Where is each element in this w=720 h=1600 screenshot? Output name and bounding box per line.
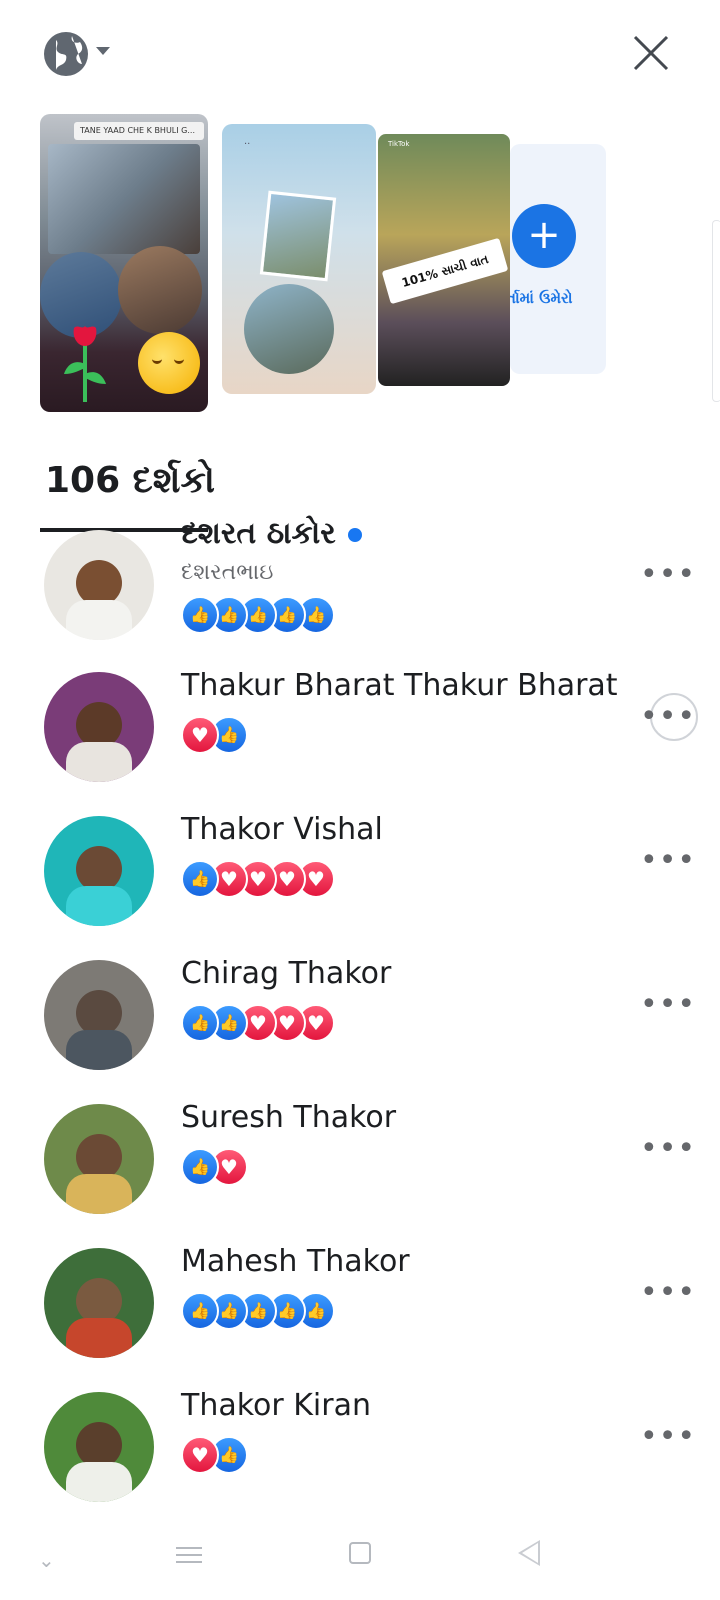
story-thumbnail-2[interactable]: .. [222, 124, 376, 394]
top-bar [0, 0, 720, 110]
viewer-name[interactable]: Suresh Thakor [181, 1100, 396, 1135]
tiktok-watermark: TikTok [388, 140, 410, 148]
viewer-name[interactable]: દશરત ઠાકોર [181, 516, 362, 551]
system-navigation-bar: ⌄ [0, 1530, 720, 1600]
avatar-torso [66, 1030, 132, 1070]
avatar[interactable] [44, 1392, 154, 1502]
story-caption: TANE YAAD CHE K BHULI G... [74, 122, 204, 140]
home-square-icon[interactable] [349, 1542, 371, 1564]
chevron-down-icon[interactable]: ⌄ [38, 1548, 55, 1572]
scrollbar[interactable] [712, 220, 720, 402]
story-photo [118, 246, 202, 334]
avatar[interactable] [44, 672, 154, 782]
viewer-name-text: Thakor Kiran [181, 1388, 371, 1423]
like-reaction-icon: 👍 [181, 860, 219, 898]
viewer-name-text: Mahesh Thakor [181, 1244, 410, 1279]
viewer-name-text: Chirag Thakor [181, 956, 392, 991]
viewer-name-text: Thakor Vishal [181, 812, 383, 847]
plus-icon[interactable]: + [512, 204, 576, 268]
story-carousel: TANE YAAD CHE K BHULI G... .. TikTok 101… [0, 110, 720, 532]
story-text-sticker: 101% સાચી વાત [381, 237, 509, 305]
story-dots: .. [244, 136, 251, 147]
viewer-row[interactable]: Suresh Thakor 👍 ♥ ••• [0, 1094, 720, 1234]
like-reaction-icon: 👍 [181, 1148, 219, 1186]
viewer-subname: દશરતભાઇ [181, 560, 274, 585]
viewer-name[interactable]: Thakur Bharat Thakur Bharat [181, 668, 618, 703]
avatar-torso [66, 1462, 132, 1502]
viewer-name[interactable]: Chirag Thakor [181, 956, 391, 991]
verified-badge-icon [347, 527, 362, 542]
add-to-story-card[interactable]: + ર્તામાં ઉમેરો [510, 144, 606, 374]
avatar-torso [66, 600, 132, 640]
viewer-name-text: દશરત ઠાકોર [181, 516, 336, 551]
more-options-button[interactable]: ••• [640, 1422, 695, 1452]
back-triangle-icon[interactable] [518, 1540, 540, 1566]
avatar[interactable] [44, 816, 154, 926]
viewer-name-text: Thakur Bharat Thakur Bharat [181, 668, 618, 703]
like-reaction-icon: 👍 [181, 1004, 219, 1042]
more-options-button[interactable]: ••• [640, 846, 695, 876]
more-options-button[interactable]: ••• [640, 702, 695, 732]
viewer-row[interactable]: Thakor Vishal 👍 ♥ ♥ ♥ ♥ ••• [0, 806, 720, 946]
avatar[interactable] [44, 960, 154, 1070]
story-thumbnail-1[interactable]: TANE YAAD CHE K BHULI G... [40, 114, 208, 412]
viewer-name-text: Suresh Thakor [181, 1100, 397, 1135]
globe-icon[interactable] [42, 30, 90, 78]
add-to-story-label: ર્તામાં ઉમેરો [510, 289, 573, 307]
close-icon[interactable] [632, 34, 670, 72]
menu-icon[interactable] [176, 1542, 202, 1564]
avatar[interactable] [44, 530, 154, 640]
avatar-torso [66, 742, 132, 782]
smiling-face-emoji-icon [138, 332, 200, 394]
viewer-row[interactable]: Thakor Kiran ♥ 👍 ••• [0, 1382, 720, 1522]
viewer-count: 106 દર્શકો [45, 460, 215, 501]
more-options-button[interactable]: ••• [640, 1278, 695, 1308]
viewer-name[interactable]: Thakor Vishal [181, 812, 383, 847]
rose-icon [64, 326, 106, 402]
more-options-button[interactable]: ••• [640, 990, 695, 1020]
story-photo [48, 144, 200, 254]
viewer-row[interactable]: Mahesh Thakor 👍 👍 👍 👍 👍 ••• [0, 1238, 720, 1378]
viewer-row[interactable]: Thakur Bharat Thakur Bharat ♥ 👍 ••• [0, 662, 720, 802]
privacy-dropdown-caret-icon[interactable] [96, 47, 110, 55]
viewer-name[interactable]: Thakor Kiran [181, 1388, 371, 1423]
viewer-row[interactable]: દશરત ઠાકોર દશરતભાઇ 👍 👍 👍 👍 👍 ••• [0, 516, 720, 660]
more-options-button[interactable]: ••• [640, 1134, 695, 1164]
like-reaction-icon: 👍 [181, 1292, 219, 1330]
avatar-torso [66, 886, 132, 926]
story-photo [259, 190, 337, 282]
avatar[interactable] [44, 1248, 154, 1358]
avatar-torso [66, 1318, 132, 1358]
viewer-row[interactable]: Chirag Thakor 👍 👍 ♥ ♥ ♥ ••• [0, 950, 720, 1090]
viewer-name[interactable]: Mahesh Thakor [181, 1244, 410, 1279]
love-reaction-icon: ♥ [181, 716, 219, 754]
story-thumbnail-3[interactable]: TikTok 101% સાચી વાત [378, 134, 510, 386]
more-options-button[interactable]: ••• [640, 560, 695, 590]
avatar-torso [66, 1174, 132, 1214]
story-photo [244, 284, 334, 374]
avatar[interactable] [44, 1104, 154, 1214]
love-reaction-icon: ♥ [181, 1436, 219, 1474]
like-reaction-icon: 👍 [181, 596, 219, 634]
